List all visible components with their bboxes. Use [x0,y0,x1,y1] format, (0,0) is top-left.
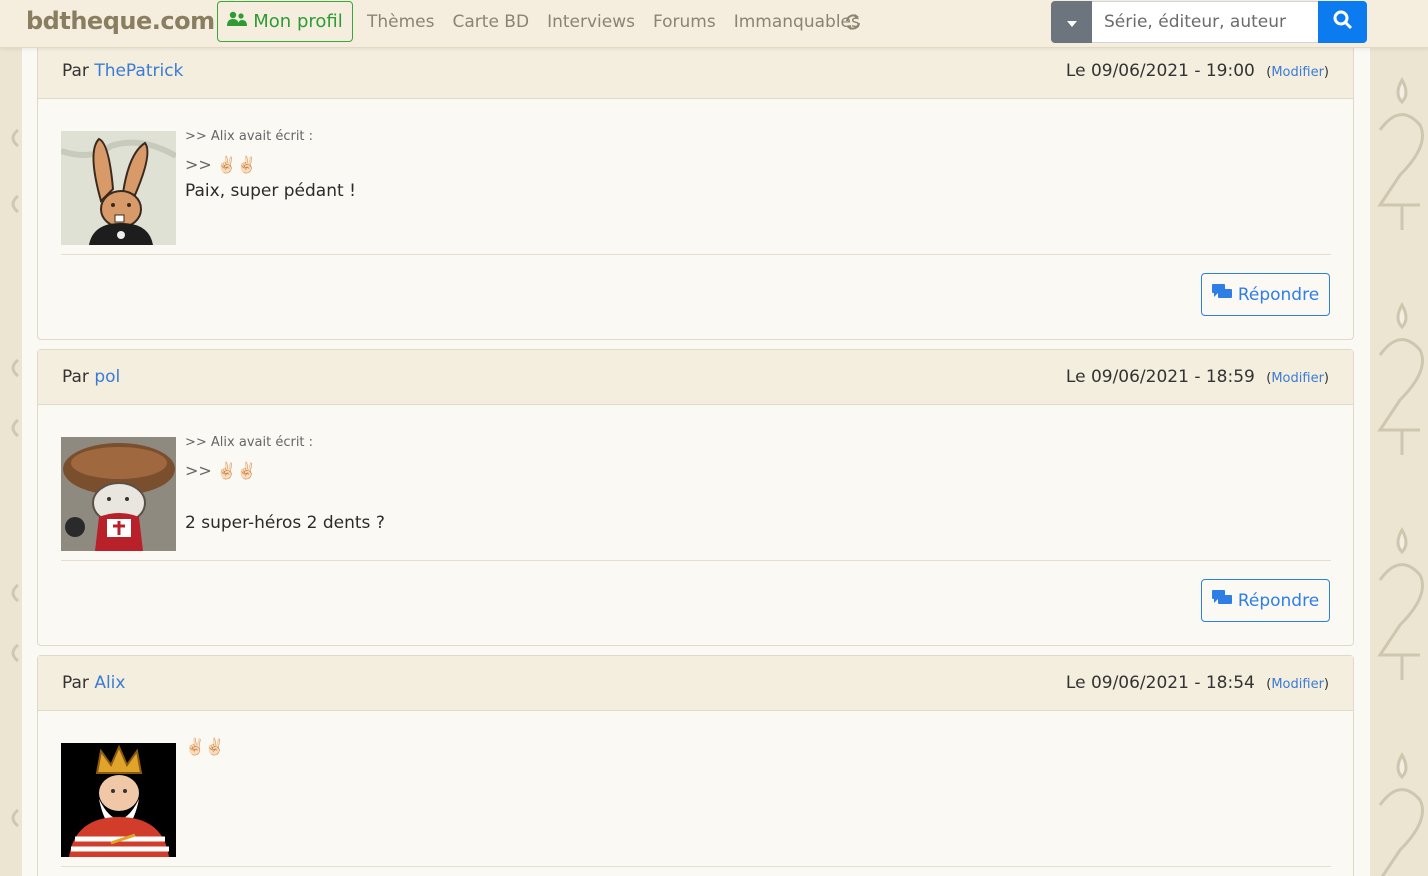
reply-button[interactable]: Répondre [1201,273,1330,316]
search-input[interactable] [1092,1,1318,43]
avatar[interactable] [61,131,176,245]
post-by-label: Par [62,367,89,387]
post-date-line: Le 09/06/2021 - 18:54 (Modifier) [1065,673,1329,693]
forum-post: Par pol Le 09/06/2021 - 18:59 (Modifier)… [37,349,1354,646]
modify-link[interactable]: Modifier [1271,371,1324,386]
post-author-link[interactable]: Alix [94,673,125,693]
post-author-line: Par ThePatrick [62,61,183,81]
post-date-line: Le 09/06/2021 - 19:00 (Modifier) [1065,61,1329,81]
nav-link-immanquables[interactable]: Immanquables [734,12,860,32]
post-header: Par Alix Le 09/06/2021 - 18:54 (Modifier… [38,656,1353,711]
post-author-link[interactable]: pol [94,367,120,387]
post-date: Le 09/06/2021 - 19:00 [1065,61,1255,81]
forum-post: Par Alix Le 09/06/2021 - 18:54 (Modifier… [37,655,1354,876]
search-scope-dropdown[interactable] [1051,1,1092,43]
reply-label: Répondre [1237,284,1320,305]
chat-icon [1211,590,1232,611]
reply-button[interactable]: Répondre [1201,579,1330,622]
quote-text: >> ✌🏻✌🏻 [185,461,257,480]
post-by-label: Par [62,673,89,693]
post-author-line: Par pol [62,367,120,387]
nav-link-carte-bd[interactable]: Carte BD [453,12,530,32]
site-logo[interactable]: bdtheque.com [26,7,215,35]
users-icon [227,11,248,32]
avatar[interactable] [61,743,176,857]
post-divider [61,560,1331,561]
post-divider [61,866,1331,867]
modify-link[interactable]: Modifier [1271,677,1324,692]
post-by-label: Par [62,61,89,81]
my-profile-button[interactable]: Mon profil [217,1,353,42]
nav-link-forums[interactable]: Forums [653,12,716,32]
modify-link[interactable]: Modifier [1271,65,1324,80]
nav-link-interviews[interactable]: Interviews [547,12,635,32]
forum-post: Par ThePatrick Le 09/06/2021 - 19:00 (Mo… [37,43,1354,340]
background-candles-decor [1370,0,1428,876]
post-date: Le 09/06/2021 - 18:54 [1065,673,1255,693]
background-left-decor [0,0,22,876]
post-author-line: Par Alix [62,673,125,693]
quote-text: >> ✌🏻✌🏻 [185,155,257,174]
quote-header: >> Alix avait écrit : [185,129,314,144]
chat-icon [1211,284,1232,305]
nav-link-themes[interactable]: Thèmes [367,12,435,32]
top-navbar: bdtheque.com Mon profil Thèmes Carte BD … [0,0,1428,48]
reply-label: Répondre [1237,590,1320,611]
search-icon [1333,10,1353,34]
post-date: Le 09/06/2021 - 18:59 [1065,367,1255,387]
post-message: 2 super-héros 2 dents ? [185,513,385,533]
post-header: Par ThePatrick Le 09/06/2021 - 19:00 (Mo… [38,44,1353,99]
post-message: ✌🏻✌🏻 [185,737,225,756]
my-profile-label: Mon profil [253,11,343,32]
search-button[interactable] [1318,1,1367,43]
post-divider [61,254,1331,255]
post-message: Paix, super pédant ! [185,181,356,201]
avatar[interactable] [61,437,176,551]
post-author-link[interactable]: ThePatrick [94,61,183,81]
search-bar [1051,1,1367,43]
refresh-icon[interactable] [843,12,863,32]
quote-header: >> Alix avait écrit : [185,435,314,450]
post-header: Par pol Le 09/06/2021 - 18:59 (Modifier) [38,350,1353,405]
main-nav: Thèmes Carte BD Interviews Forums Immanq… [367,12,878,32]
post-date-line: Le 09/06/2021 - 18:59 (Modifier) [1065,367,1329,387]
caret-down-icon [1066,13,1078,32]
